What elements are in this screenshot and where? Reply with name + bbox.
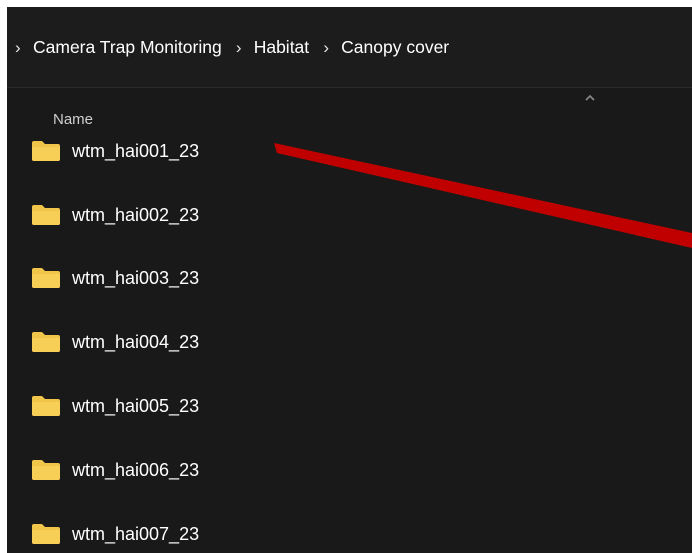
breadcrumb-item-canopy-cover[interactable]: Canopy cover [337, 37, 455, 58]
list-item[interactable]: wtm_hai005_23 [32, 391, 199, 421]
breadcrumb-chevron-icon[interactable]: › [15, 38, 29, 58]
list-item[interactable]: wtm_hai003_23 [32, 263, 199, 293]
breadcrumb-item-camera-trap-monitoring[interactable]: Camera Trap Monitoring [29, 37, 228, 58]
folder-name: wtm_hai006_23 [72, 459, 200, 480]
sort-ascending-chevron-up-icon[interactable] [583, 91, 597, 105]
breadcrumb-item-habitat[interactable]: Habitat [250, 37, 315, 58]
list-item[interactable]: wtm_hai002_23 [32, 200, 199, 230]
breadcrumb-chevron-icon[interactable]: › [228, 38, 250, 58]
list-item[interactable]: wtm_hai007_23 [32, 519, 199, 549]
list-item[interactable]: wtm_hai001_23 [32, 136, 199, 166]
column-header-name[interactable]: Name [53, 111, 93, 128]
folder-icon [32, 396, 60, 416]
breadcrumb: › Camera Trap Monitoring › Habitat › Can… [15, 37, 455, 58]
folder-name: wtm_hai001_23 [72, 140, 200, 161]
folder-icon [32, 268, 60, 288]
list-item[interactable]: wtm_hai006_23 [32, 455, 199, 485]
folder-name: wtm_hai002_23 [72, 204, 200, 225]
folder-name: wtm_hai007_23 [72, 523, 200, 544]
breadcrumb-chevron-icon[interactable]: › [315, 38, 337, 58]
folder-icon [32, 460, 60, 480]
file-explorer-window: › Camera Trap Monitoring › Habitat › Can… [7, 7, 692, 553]
folder-name: wtm_hai004_23 [72, 331, 200, 352]
address-bar[interactable]: › Camera Trap Monitoring › Habitat › Can… [7, 7, 692, 88]
folder-icon [32, 524, 60, 544]
folder-icon [32, 141, 60, 161]
list-item[interactable]: wtm_hai004_23 [32, 327, 199, 357]
folder-name: wtm_hai003_23 [72, 267, 200, 288]
folder-name: wtm_hai005_23 [72, 395, 200, 416]
folder-icon [32, 205, 60, 225]
folder-icon [32, 332, 60, 352]
